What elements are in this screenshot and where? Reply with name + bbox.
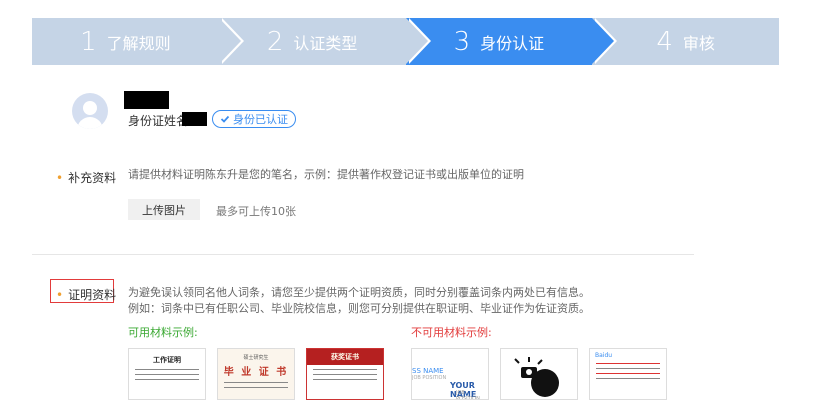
thumb-position-b: JOB POSITION (456, 390, 480, 400)
supplement-section-label: • 补充资料 (56, 169, 116, 186)
thumb-subtitle: 硕士研究生 (243, 355, 269, 361)
step-label: 身份认证 (480, 33, 545, 53)
step-label: 审核 (682, 33, 715, 53)
step-label: 了解规则 (106, 33, 171, 53)
example-photo[interactable] (500, 348, 578, 400)
example-work-certificate[interactable]: 工作证明 (128, 348, 206, 400)
section-divider (32, 254, 694, 255)
verified-badge-label: 身份已认证 (233, 113, 288, 126)
proof-hint-line2: 例如：词条中已有任职公司、毕业院校信息，则您可分别提供在职证明、毕业证作为佐证资… (128, 302, 590, 315)
step-label: 认证类型 (293, 33, 358, 53)
thumb-title: 工作证明 (153, 356, 181, 364)
supplement-label-text: 补充资料 (68, 171, 117, 185)
step-number: 4 (656, 26, 673, 57)
redacted-username (124, 91, 169, 109)
avatar-head-icon (83, 101, 97, 115)
step-3-current: 3 身份认证 (405, 18, 618, 65)
unusable-examples-title: 不可用材料示例: (411, 326, 492, 339)
bullet-icon: • (56, 170, 64, 185)
thumb-position: JOB POSITION (412, 375, 447, 381)
step-4: 4 审核 (592, 18, 779, 65)
step-1: 1 了解规则 (32, 18, 244, 65)
step-number: 1 (80, 26, 97, 57)
baidu-logo: Baidu (595, 352, 613, 359)
example-business-card[interactable]: SS NAME JOB POSITION YOUR NAME JOB POSIT… (411, 348, 489, 400)
example-baidu-page[interactable]: Baidu (589, 348, 667, 400)
usable-examples-title: 可用材料示例: (128, 326, 198, 339)
example-award-certificate[interactable]: 获奖证书 (306, 348, 384, 400)
thumb-title: 获奖证书 (307, 349, 383, 365)
check-icon (220, 115, 230, 123)
verified-badge: 身份已认证 (212, 110, 296, 128)
redacted-id-name (182, 112, 207, 126)
proof-section-label: • 证明资料 (56, 286, 116, 303)
step-progress-bar: 1 了解规则 2 认证类型 3 身份认证 4 审核 (32, 18, 779, 65)
upload-limit-note: 最多可上传10张 (216, 205, 296, 218)
upload-image-button[interactable]: 上传图片 (128, 199, 200, 220)
person-with-camera-icon (514, 357, 559, 397)
thumb-title: 毕 业 证 书 (223, 367, 289, 378)
supplement-hint: 请提供材料证明陈东升是您的笔名，示例：提供著作权登记证书或出版单位的证明 (128, 168, 524, 181)
step-2: 2 认证类型 (218, 18, 431, 65)
proof-label-text: 证明资料 (68, 288, 117, 302)
avatar-body-icon (77, 117, 103, 129)
bullet-icon: • (56, 287, 64, 302)
proof-hint-line1: 为避免误认领同名他人词条，请您至少提供两个证明资质，同时分别覆盖词条内两处已有信… (128, 286, 590, 299)
step-number: 3 (453, 26, 471, 57)
example-graduation-certificate[interactable]: 硕士研究生 毕 业 证 书 (217, 348, 295, 400)
avatar (72, 93, 108, 129)
id-name-label: 身份证姓名 (128, 114, 189, 128)
thumb-name: SS NAME (412, 367, 444, 375)
step-number: 2 (266, 26, 284, 57)
